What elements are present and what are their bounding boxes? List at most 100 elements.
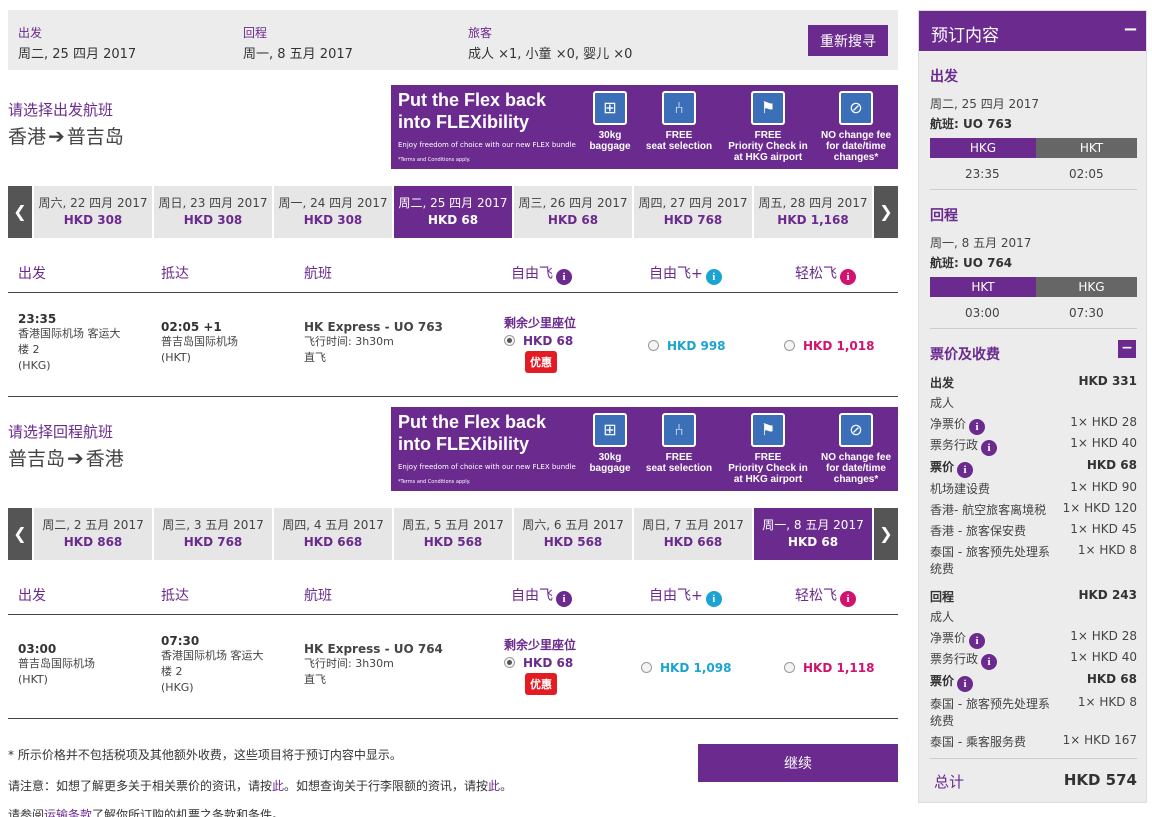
fare-info-link[interactable]: 此	[272, 779, 284, 793]
fee-row: 净票价 i 1× HKD 28	[930, 629, 1137, 649]
flight-name[interactable]: HK Express - UO 764	[304, 642, 443, 656]
info-icon[interactable]: i	[969, 419, 986, 435]
flex-promo-banner[interactable]: Put the Flex back into FLEXibility Enjoy …	[391, 85, 898, 169]
info-icon[interactable]: i	[957, 676, 974, 692]
fare-radio[interactable]	[504, 657, 515, 668]
date-option[interactable]: 周五, 28 四月 2017 HKD 1,168	[754, 186, 872, 238]
banner-headline: Put the Flex back	[398, 90, 547, 110]
no-dollar-icon: ⊘	[839, 413, 873, 447]
banner-subtext: Enjoy freedom of choice with our new FLE…	[398, 463, 576, 471]
info-icon[interactable]: i	[556, 269, 572, 285]
ret-date: 周一, 8 五月 2017	[930, 236, 1032, 250]
info-icon[interactable]: i	[705, 591, 722, 607]
depart-label: 出发	[18, 26, 43, 40]
price-note: * 所示价格并不包括税项及其他额外收费，这些项目将于预订内容中显示。	[8, 748, 402, 762]
leg-from: HKG	[930, 138, 1046, 158]
leg-from: HKT	[930, 277, 1046, 297]
info-icon[interactable]: i	[556, 591, 572, 607]
col-fly-plus: 自由飞+ i	[649, 585, 722, 607]
fare-radio[interactable]	[504, 335, 515, 346]
out-leg: HKG HKT	[930, 138, 1137, 158]
date-option[interactable]: 周日, 7 五月 2017 HKD 668	[634, 508, 752, 560]
collapse-icon[interactable]: −	[1118, 340, 1136, 358]
fare-fly-plus-cell: HKD 998	[648, 339, 726, 353]
ret-subtotal: 回程 HKD 243	[930, 588, 1137, 604]
out-date: 周二, 25 四月 2017	[930, 97, 1040, 111]
dep-time: 23:35	[18, 312, 57, 326]
fare-radio[interactable]	[784, 662, 795, 673]
fare-radio[interactable]	[648, 340, 659, 351]
chevron-right-icon[interactable]: ❯	[874, 508, 898, 560]
collapse-icon[interactable]: −	[1123, 19, 1138, 40]
divider	[8, 718, 898, 719]
info-icon[interactable]: i	[981, 654, 998, 670]
date-option[interactable]: 周二, 2 五月 2017 HKD 868	[34, 508, 152, 560]
arrival-cell: 02:05 +1 普吉岛国际机场 (HKT)	[161, 320, 238, 366]
arr-time: 02:05 +1	[161, 320, 222, 334]
no-fee-feature: ⊘ NO change fee for date/time changes*	[816, 91, 896, 163]
flight-name[interactable]: HK Express - UO 763	[304, 320, 443, 334]
divider	[930, 328, 1137, 329]
info-icon[interactable]: i	[705, 269, 722, 285]
date-option[interactable]: 周三, 3 五月 2017 HKD 768	[154, 508, 272, 560]
col-fly: 自由飞 i	[511, 263, 572, 285]
seat-feature: ⑃ FREE seat selection	[639, 413, 719, 474]
date-option[interactable]: 周日, 23 四月 2017 HKD 308	[154, 186, 272, 238]
banner-headline: into FLEXibility	[398, 434, 529, 454]
few-seats-note: 剩余少里座位	[504, 316, 577, 330]
panel-title: 预订内容	[931, 26, 999, 46]
out-dep-time: 23:35	[965, 167, 1000, 181]
checkin-icon: ⚑	[751, 91, 785, 125]
route-to: 香港	[85, 448, 124, 470]
fare-radio[interactable]	[784, 340, 795, 351]
no-dollar-icon: ⊘	[839, 91, 873, 125]
inbound-flight-row: 03:00 普吉岛国际机场 (HKT)	[18, 642, 95, 688]
info-icon[interactable]: i	[969, 633, 986, 649]
inbound-route: 普吉岛 ➔ 香港	[8, 444, 124, 471]
date-option[interactable]: 周五, 5 五月 2017 HKD 568	[394, 508, 512, 560]
tax-row: 泰国 - 旅客预先处理系 统费 1× HKD 8	[930, 543, 1137, 576]
checkin-feature: ⚑ FREE Priority Check in at HKG airport	[728, 413, 808, 485]
fare-price: HKD 1,018	[803, 339, 875, 353]
chevron-left-icon[interactable]: ❮	[8, 186, 32, 238]
date-option[interactable]: 周一, 24 四月 2017 HKD 308	[274, 186, 392, 238]
fare-radio[interactable]	[641, 662, 652, 673]
ret-title: 回程	[930, 208, 958, 224]
chevron-right-icon[interactable]: ❯	[874, 186, 898, 238]
col-arrive: 抵达	[161, 588, 189, 604]
baggage-info-link[interactable]: 此	[488, 779, 500, 793]
dep-code: (HKG)	[18, 359, 51, 372]
depart-value: 周二, 25 四月 2017	[18, 47, 137, 62]
checkin-icon: ⚑	[751, 413, 785, 447]
tax-row: 香港 - 旅客保安费 1× HKD 45	[930, 522, 1137, 538]
flight-cell: HK Express - UO 763 飞行时间: 3h30m 直飞	[304, 320, 443, 366]
date-option[interactable]: 周六, 6 五月 2017 HKD 568	[514, 508, 632, 560]
seat-icon: ⑃	[662, 91, 696, 125]
dep-airport: 楼 2	[18, 343, 40, 356]
info-icon[interactable]: i	[840, 269, 856, 285]
terms-link[interactable]: 运输条款	[44, 808, 92, 817]
promo-badge: 优惠	[525, 351, 557, 373]
date-option[interactable]: 周六, 22 四月 2017 HKD 308	[34, 186, 152, 238]
arr-airport: 香港国际机场 客运大	[161, 649, 264, 662]
few-seats-note: 剩余少里座位	[504, 638, 577, 652]
chevron-left-icon[interactable]: ❮	[8, 508, 32, 560]
return-value: 周一, 8 五月 2017	[243, 47, 353, 62]
fare-price: HKD 1,118	[803, 661, 875, 675]
continue-button[interactable]: 继续	[698, 744, 898, 782]
date-option[interactable]: 周四, 4 五月 2017 HKD 668	[274, 508, 392, 560]
flex-promo-banner[interactable]: Put the Flex back into FLEXibility Enjoy …	[391, 407, 898, 491]
tax-row: 泰国 - 乘客服务费 1× HKD 167	[930, 733, 1137, 749]
flight-cell: HK Express - UO 764 飞行时间: 3h30m 直飞	[304, 642, 443, 688]
date-option[interactable]: 周三, 26 四月 2017 HKD 68	[514, 186, 632, 238]
research-button[interactable]: 重新搜寻	[808, 25, 888, 56]
date-option-selected[interactable]: 周一, 8 五月 2017 HKD 68	[754, 508, 872, 560]
info-icon[interactable]: i	[840, 591, 856, 607]
info-icon[interactable]: i	[957, 462, 974, 478]
col-easy: 轻松飞 i	[795, 585, 856, 607]
banner-headline: Put the Flex back	[398, 412, 547, 432]
info-icon[interactable]: i	[981, 440, 998, 456]
divider	[8, 614, 898, 615]
date-option-selected[interactable]: 周二, 25 四月 2017 HKD 68	[394, 186, 512, 238]
date-option[interactable]: 周四, 27 四月 2017 HKD 768	[634, 186, 752, 238]
